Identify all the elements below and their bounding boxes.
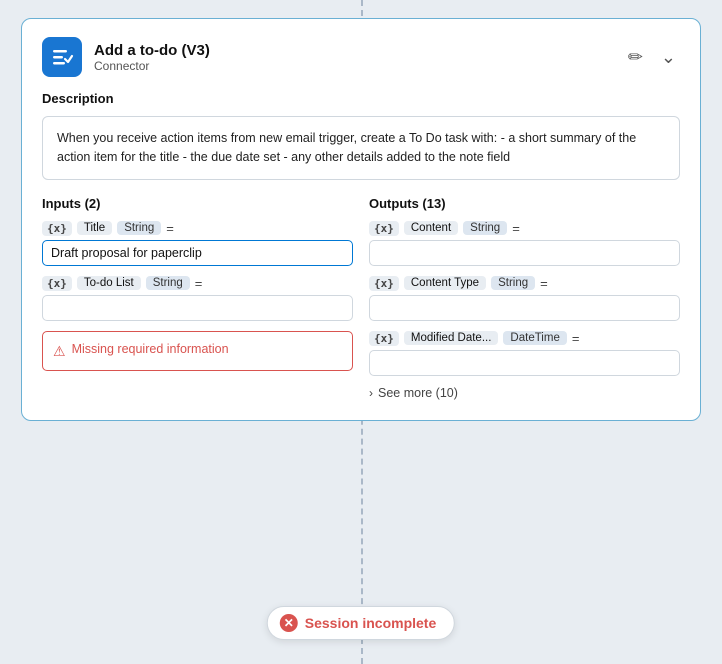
content-type-output[interactable] <box>369 295 680 321</box>
collapse-button[interactable]: ⌄ <box>657 45 680 70</box>
field-tag-row-modified-date: {x} Modified Date... DateTime = <box>369 331 680 346</box>
input-field-title: {x} Title String = <box>42 221 353 266</box>
tag-icon-todo: {x} <box>42 276 72 291</box>
error-message: ⚠ Missing required information <box>42 331 353 371</box>
page-wrapper: Add a to-do (V3) Connector ✏ ⌄ Descripti… <box>0 0 722 664</box>
tag-type-content-type: String <box>491 276 535 290</box>
tag-name-title: Title <box>77 221 112 235</box>
tag-name-todo: To-do List <box>77 276 141 290</box>
session-text: Session incomplete <box>305 615 436 631</box>
inputs-column: Inputs (2) {x} Title String = {x} To- <box>42 196 353 400</box>
card: Add a to-do (V3) Connector ✏ ⌄ Descripti… <box>21 18 701 421</box>
equals-todo: = <box>195 276 203 291</box>
card-title: Add a to-do (V3) <box>94 42 210 59</box>
output-field-content: {x} Content String = <box>369 221 680 266</box>
session-error-icon: ✕ <box>280 614 298 632</box>
header-left: Add a to-do (V3) Connector <box>42 37 210 77</box>
see-more-button[interactable]: › See more (10) <box>369 386 680 400</box>
connector-icon <box>42 37 82 77</box>
chevron-right-icon: › <box>369 386 373 400</box>
todo-input[interactable] <box>42 295 353 321</box>
equals-modified-date: = <box>572 331 580 346</box>
see-more-label: See more (10) <box>378 386 458 400</box>
edit-button[interactable]: ✏ <box>624 45 647 70</box>
field-tag-row-todo: {x} To-do List String = <box>42 276 353 291</box>
field-tag-row-content-type: {x} Content Type String = <box>369 276 680 291</box>
tag-name-modified-date: Modified Date... <box>404 331 499 345</box>
tag-type-todo: String <box>146 276 190 290</box>
error-text: Missing required information <box>72 342 229 356</box>
tag-type-content: String <box>463 221 507 235</box>
session-badge: ✕ Session incomplete <box>267 606 455 640</box>
equals-title: = <box>166 221 174 236</box>
tag-icon-title: {x} <box>42 221 72 236</box>
output-field-modified-date: {x} Modified Date... DateTime = <box>369 331 680 376</box>
equals-content-type: = <box>540 276 548 291</box>
content-output[interactable] <box>369 240 680 266</box>
field-tag-row-content: {x} Content String = <box>369 221 680 236</box>
header-actions: ✏ ⌄ <box>624 45 680 70</box>
card-header: Add a to-do (V3) Connector ✏ ⌄ <box>42 37 680 77</box>
edit-icon: ✏ <box>628 47 643 67</box>
modified-date-output[interactable] <box>369 350 680 376</box>
input-field-todo: {x} To-do List String = <box>42 276 353 321</box>
outputs-column: Outputs (13) {x} Content String = {x} <box>369 196 680 400</box>
tag-name-content-type: Content Type <box>404 276 486 290</box>
equals-content: = <box>512 221 520 236</box>
chevron-down-icon: ⌄ <box>661 47 676 67</box>
tag-icon-content-type: {x} <box>369 276 399 291</box>
card-subtitle: Connector <box>94 59 210 73</box>
error-triangle-icon: ⚠ <box>53 343 66 360</box>
title-input[interactable] <box>42 240 353 266</box>
output-field-content-type: {x} Content Type String = <box>369 276 680 321</box>
tag-icon-modified-date: {x} <box>369 331 399 346</box>
tag-type-title: String <box>117 221 161 235</box>
inputs-section-title: Inputs (2) <box>42 196 353 211</box>
tag-name-content: Content <box>404 221 458 235</box>
description-label: Description <box>42 91 680 106</box>
field-tag-row-title: {x} Title String = <box>42 221 353 236</box>
header-titles: Add a to-do (V3) Connector <box>94 42 210 73</box>
io-row: Inputs (2) {x} Title String = {x} To- <box>42 196 680 400</box>
description-box: When you receive action items from new e… <box>42 116 680 180</box>
tag-icon-content: {x} <box>369 221 399 236</box>
tag-type-modified-date: DateTime <box>503 331 566 345</box>
outputs-section-title: Outputs (13) <box>369 196 680 211</box>
